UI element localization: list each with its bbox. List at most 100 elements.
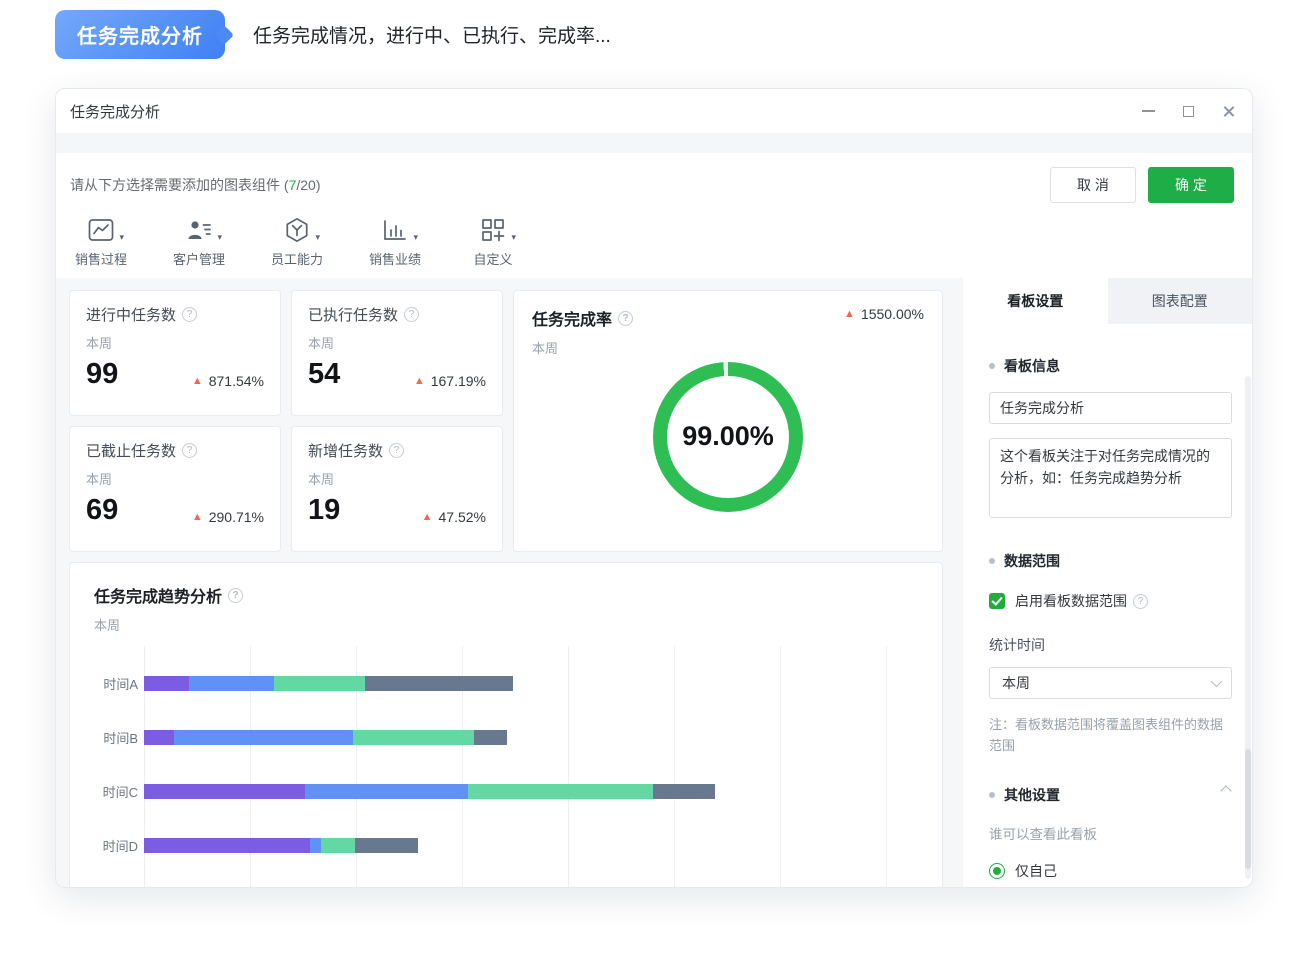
trend-chart-card[interactable]: 任务完成趋势分析 ? 本周 时间A时间B时间C时间D: [69, 562, 943, 887]
help-icon[interactable]: ?: [182, 443, 197, 458]
stacked-bar[interactable]: [144, 730, 507, 745]
stat-delta: 871.54%: [209, 373, 264, 389]
tab-board-settings[interactable]: 看板设置: [963, 278, 1108, 324]
stat-card-new[interactable]: 新增任务数 ? 本周 19 ▲47.52%: [291, 426, 503, 552]
chart-row: 时间D: [94, 818, 924, 872]
segment-1: [144, 730, 174, 745]
section-bullet: [989, 558, 995, 564]
segment-2: [305, 784, 468, 799]
section-bullet: [989, 363, 995, 369]
stacked-bar[interactable]: [144, 838, 418, 853]
close-icon: [1222, 105, 1235, 118]
panel-scrollbar[interactable]: [1245, 376, 1251, 879]
delta-up-icon: ▲: [844, 308, 855, 320]
page-header: 任务完成分析 任务完成情况，进行中、已执行、完成率...: [55, 10, 611, 59]
stacked-bar[interactable]: [144, 784, 715, 799]
category-label: 员工能力: [271, 249, 323, 268]
minimize-button[interactable]: [1140, 103, 1156, 119]
stat-card-ended[interactable]: 已截止任务数 ? 本周 69 ▲290.71%: [69, 426, 281, 552]
category-employee-ability[interactable]: ▾ 员工能力: [266, 215, 328, 268]
page-tag-description: 任务完成情况，进行中、已执行、完成率...: [253, 21, 611, 48]
category-label: 销售过程: [75, 249, 127, 268]
stat-value: 19: [308, 496, 340, 525]
completion-delta: 1550.00%: [861, 306, 924, 322]
stacked-bar[interactable]: [144, 676, 513, 691]
only-me-label: 仅自己: [1015, 861, 1057, 881]
stat-time-select[interactable]: 本周: [989, 667, 1232, 699]
stat-time-label: 统计时间: [989, 635, 1232, 655]
help-icon[interactable]: ?: [228, 588, 243, 603]
completion-value: 99.00%: [682, 421, 774, 452]
segment-4: [474, 730, 507, 745]
category-label: 客户管理: [173, 249, 225, 268]
category-label: 自定义: [473, 249, 512, 268]
segment-1: [144, 676, 189, 691]
delta-up-icon: ▲: [192, 511, 203, 523]
cancel-button[interactable]: 取 消: [1050, 167, 1136, 203]
stat-value: 54: [308, 360, 340, 389]
help-icon[interactable]: ?: [618, 311, 633, 326]
segment-4: [653, 784, 715, 799]
window-controls: [1140, 103, 1236, 119]
trend-title: 任务完成趋势分析: [94, 583, 222, 607]
confirm-button[interactable]: 确 定: [1148, 167, 1234, 203]
stat-value: 69: [86, 496, 118, 525]
category-label: 时间C: [94, 782, 138, 801]
page-tag-label: 任务完成分析: [77, 26, 203, 48]
maximize-button[interactable]: [1180, 103, 1196, 119]
help-icon[interactable]: ?: [182, 307, 197, 322]
stat-period: 本周: [86, 333, 264, 352]
stat-value: 99: [86, 360, 118, 389]
category-label: 时间D: [94, 836, 138, 855]
stat-title: 已执行任务数: [308, 304, 398, 325]
segment-3: [353, 730, 474, 745]
category-sales-performance[interactable]: ▾ 销售业绩: [364, 215, 426, 268]
help-icon[interactable]: ?: [389, 443, 404, 458]
caret-down-icon: ▾: [119, 232, 124, 243]
stat-card-in-progress[interactable]: 进行中任务数 ? 本周 99 ▲871.54%: [69, 290, 281, 416]
category-sales-process[interactable]: ▾ 销售过程: [70, 215, 132, 268]
dialog-window: 任务完成分析 请从下方选择需要添加的图表组件 (7/20) 取 消 确 定: [55, 88, 1253, 888]
board-description-textarea[interactable]: 这个看板关注于对任务完成情况的分析，如：任务完成趋势分析: [989, 438, 1232, 518]
stat-period: 本周: [308, 469, 486, 488]
scope-note: 注：看板数据范围将覆盖图表组件的数据范围: [989, 715, 1232, 757]
only-me-radio[interactable]: [989, 863, 1005, 879]
stat-delta: 290.71%: [209, 509, 264, 525]
delta-up-icon: ▲: [192, 375, 203, 387]
tab-chart-config[interactable]: 图表配置: [1108, 278, 1253, 324]
completion-period: 本周: [532, 338, 633, 357]
segment-4: [365, 676, 513, 691]
board-settings-body: 看板信息 这个看板关注于对任务完成情况的分析，如：任务完成趋势分析 数据范围 启…: [963, 324, 1252, 887]
chart-category-toolbar: ▾ 销售过程 ▾ 客户管理: [70, 215, 1234, 278]
help-icon[interactable]: ?: [1133, 594, 1148, 609]
category-label: 销售业绩: [369, 249, 421, 268]
stat-card-executed[interactable]: 已执行任务数 ? 本周 54 ▲167.19%: [291, 290, 503, 416]
enable-scope-checkbox[interactable]: [989, 593, 1005, 609]
stat-time-value: 本周: [1002, 673, 1030, 693]
completion-rate-card[interactable]: 任务完成率 ? 本周 ▲1550.00% 99.00%: [513, 290, 943, 552]
page-tag-badge: 任务完成分析: [55, 10, 225, 59]
stat-delta: 167.19%: [431, 373, 486, 389]
help-icon[interactable]: ?: [404, 307, 419, 322]
category-label: 时间A: [94, 674, 138, 693]
chart-row: 时间B: [94, 710, 924, 764]
stacked-bar-chart: 时间A 时间B 时间C 时间D: [94, 656, 924, 887]
segment-2: [189, 676, 274, 691]
category-customer-management[interactable]: ▾ 客户管理: [168, 215, 230, 268]
enable-scope-label: 启用看板数据范围: [1015, 591, 1127, 611]
scrollbar-thumb[interactable]: [1245, 749, 1251, 869]
dialog-content: 进行中任务数 ? 本周 99 ▲871.54% 已执行任务数 ?: [56, 278, 1252, 887]
caret-down-icon: ▾: [511, 232, 516, 243]
minimize-icon: [1142, 110, 1155, 112]
chart-picker-hint: 请从下方选择需要添加的图表组件 (7/20): [70, 175, 320, 195]
caret-down-icon: ▾: [315, 232, 320, 243]
caret-down-icon: ▾: [413, 232, 418, 243]
board-name-input[interactable]: [989, 392, 1232, 424]
close-button[interactable]: [1220, 103, 1236, 119]
who-can-view-label: 谁可以查看此看板: [989, 823, 1232, 843]
collapse-chevron-icon[interactable]: [1220, 785, 1231, 796]
segment-2: [174, 730, 353, 745]
stat-title: 新增任务数: [308, 440, 383, 461]
stat-title: 已截止任务数: [86, 440, 176, 461]
category-custom[interactable]: ▾ 自定义: [462, 215, 524, 268]
